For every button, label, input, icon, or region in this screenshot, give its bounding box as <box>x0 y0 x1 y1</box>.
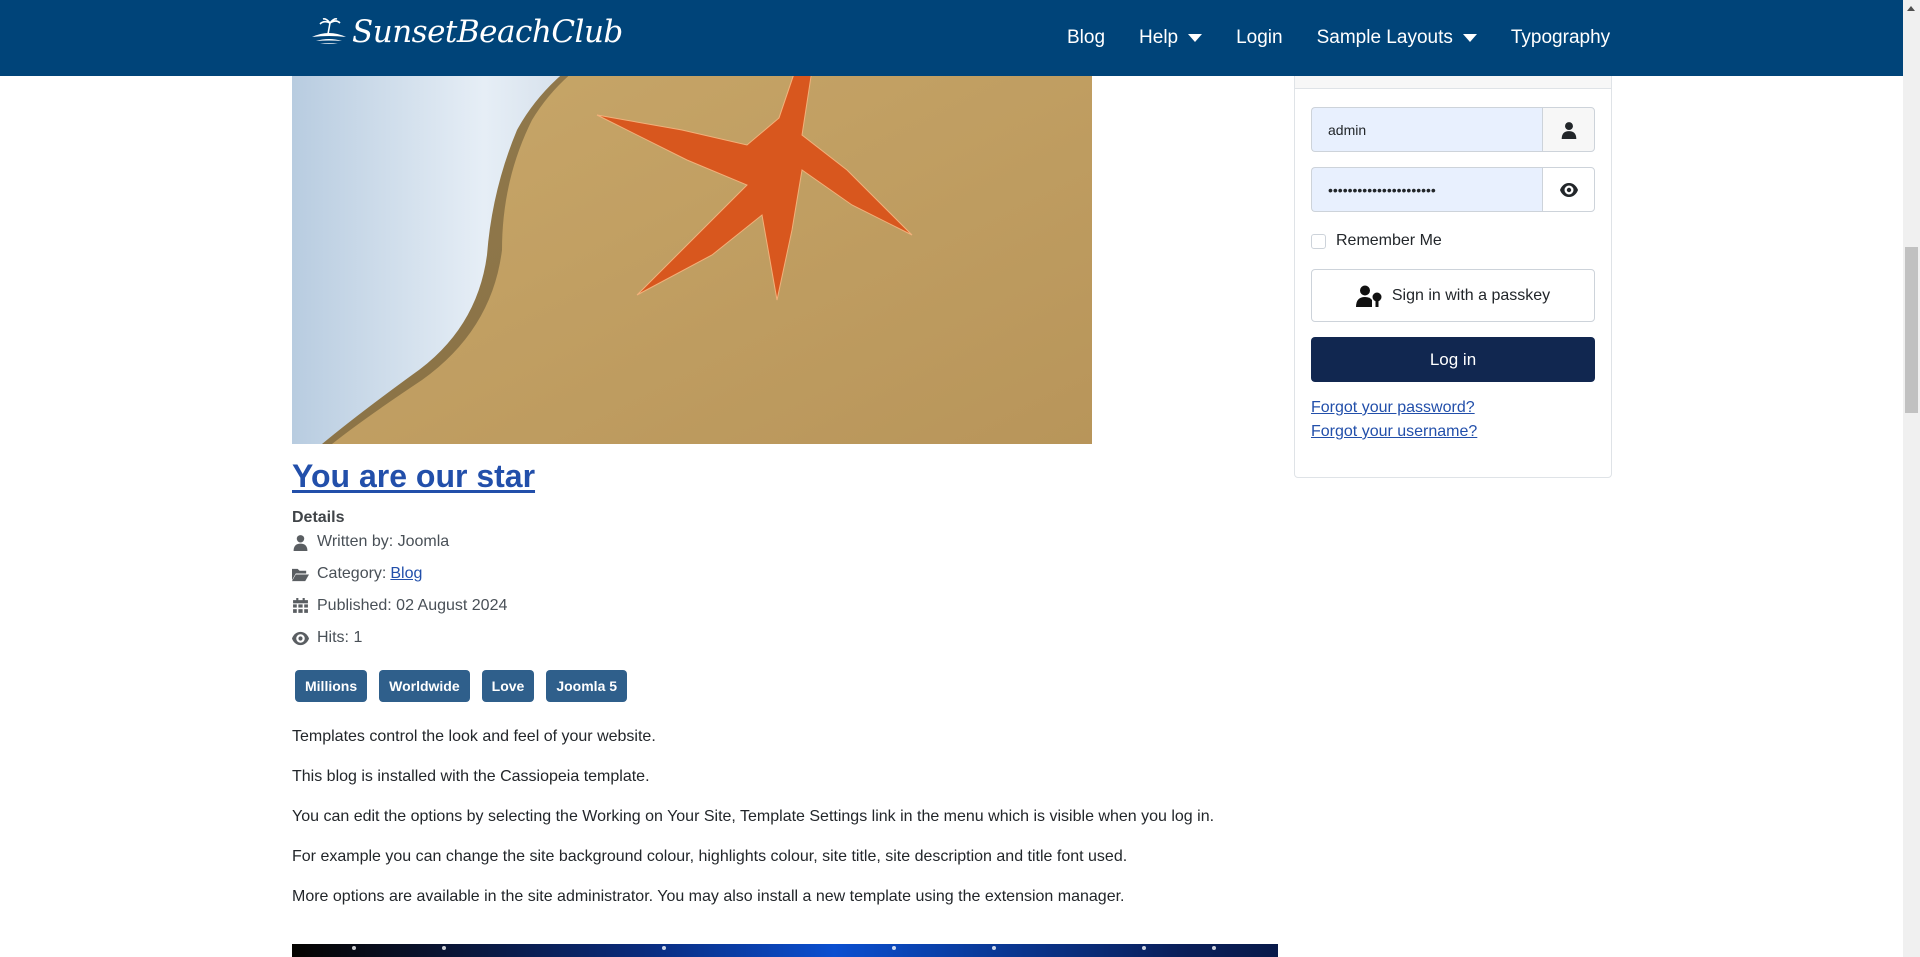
username-group <box>1311 107 1595 152</box>
site-logo[interactable]: SunsetBeachClub <box>310 12 623 52</box>
password-group <box>1311 167 1595 212</box>
eye-icon <box>1559 182 1578 197</box>
tag-list: Millions Worldwide Love Joomla 5 <box>295 670 628 702</box>
nav-label: Login <box>1236 27 1283 48</box>
nav-label: Help <box>1139 27 1179 48</box>
details-label: Details <box>292 509 345 526</box>
scrollbar-thumb[interactable] <box>1905 247 1918 413</box>
nav-item-login[interactable]: Login <box>1219 27 1300 49</box>
meta-author: Written by: Joomla <box>292 533 449 551</box>
island-palm-icon <box>312 18 346 44</box>
remember-me-label: Remember Me <box>1336 232 1442 249</box>
folder-open-icon <box>292 568 309 581</box>
main-nav: Blog Help Login Sample Layouts Typograph… <box>1050 0 1627 76</box>
user-icon <box>293 534 308 551</box>
author-text: Written by: Joomla <box>317 533 450 550</box>
tag-joomla-5[interactable]: Joomla 5 <box>546 670 628 702</box>
eye-icon <box>292 631 309 645</box>
category-prefix: Category: <box>317 565 387 582</box>
tag-love[interactable]: Love <box>481 670 535 702</box>
page-scrollbar[interactable] <box>1903 0 1920 957</box>
tag-worldwide[interactable]: Worldwide <box>379 670 470 702</box>
published-text: Published: 02 August 2024 <box>317 597 508 614</box>
article-paragraph: You can edit the options by selecting th… <box>292 808 1215 825</box>
meta-hits: Hits: 1 <box>292 629 362 647</box>
hits-text: Hits: 1 <box>317 629 363 646</box>
login-button[interactable]: Log in <box>1311 337 1595 382</box>
article-paragraph: More options are available in the site a… <box>292 888 1125 905</box>
article-paragraph: This blog is installed with the Cassiope… <box>292 768 650 785</box>
nav-label: Sample Layouts <box>1316 27 1453 48</box>
caret-down-icon <box>1462 34 1477 42</box>
username-addon <box>1542 107 1595 152</box>
show-password-button[interactable] <box>1542 167 1595 212</box>
logo-text: SunsetBeachClub <box>352 14 623 50</box>
passkey-label: Sign in with a passkey <box>1391 286 1551 304</box>
nav-item-sample-layouts[interactable]: Sample Layouts <box>1300 27 1494 49</box>
nav-item-help[interactable]: Help <box>1122 27 1219 49</box>
login-module: Remember Me Sign in with a passkey Log i… <box>1294 40 1612 478</box>
nav-item-blog[interactable]: Blog <box>1050 27 1122 49</box>
user-key-icon <box>1355 285 1382 307</box>
tag-millions[interactable]: Millions <box>295 670 368 702</box>
meta-category: Category: Blog <box>292 565 422 583</box>
nav-label: Typography <box>1510 27 1611 48</box>
article-image <box>292 40 1092 444</box>
site-header: SunsetBeachClub Blog Help Login Sample L… <box>0 0 1903 76</box>
scroll-up-arrow-icon[interactable] <box>1907 6 1915 11</box>
username-input[interactable] <box>1311 107 1542 152</box>
caret-down-icon <box>1188 34 1203 42</box>
forgot-username-link[interactable]: Forgot your username? <box>1311 423 1477 441</box>
category-link[interactable]: Blog <box>390 565 422 583</box>
nav-label: Blog <box>1067 27 1106 48</box>
passkey-button[interactable]: Sign in with a passkey <box>1311 269 1595 322</box>
calendar-icon <box>293 597 308 613</box>
article-paragraph: Templates control the look and feel of y… <box>292 728 656 745</box>
forgot-password-link[interactable]: Forgot your password? <box>1311 399 1475 417</box>
next-article-image <box>292 944 1278 957</box>
nav-item-typography[interactable]: Typography <box>1494 27 1627 49</box>
password-input[interactable] <box>1311 167 1542 212</box>
starfish-photo <box>292 40 1092 444</box>
user-icon <box>1561 121 1576 139</box>
article-paragraph: For example you can change the site back… <box>292 848 1128 865</box>
meta-published: Published: 02 August 2024 <box>292 597 507 615</box>
article-title-link[interactable]: You are our star <box>292 458 535 495</box>
remember-me[interactable]: Remember Me <box>1311 232 1442 250</box>
remember-me-checkbox[interactable] <box>1311 233 1326 249</box>
